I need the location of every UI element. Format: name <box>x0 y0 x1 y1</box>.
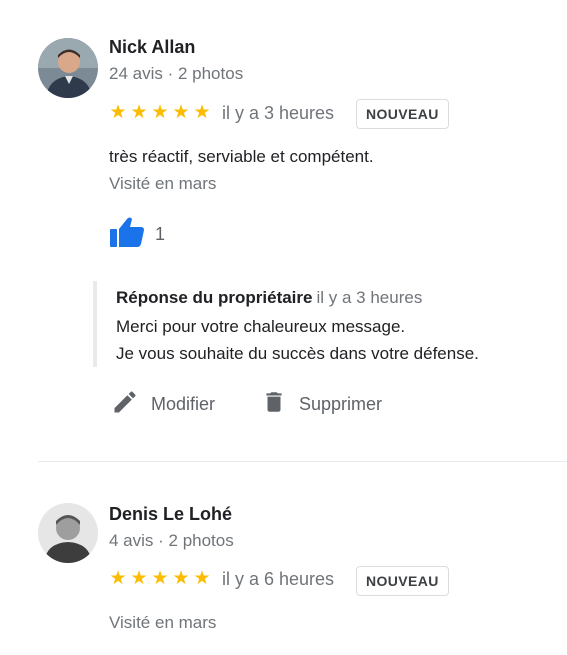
visited-date: Visité en mars <box>109 613 217 632</box>
like-count: 1 <box>155 224 166 244</box>
star-icon: ★ <box>109 102 127 123</box>
author-avatar[interactable] <box>38 503 98 563</box>
review-time: il y a 3 heures <box>222 103 335 123</box>
star-icon: ★ <box>151 568 169 589</box>
star-icon: ★ <box>130 568 148 589</box>
star-icon: ★ <box>109 568 127 589</box>
reply-text-line: Je vous souhaite du succès dans votre dé… <box>116 344 479 363</box>
like-button[interactable]: 1 <box>109 216 165 253</box>
delete-reply-button[interactable]: Supprimer <box>261 388 382 421</box>
star-icon: ★ <box>130 102 148 123</box>
rating-stars: ★ ★ ★ ★ ★ <box>108 103 212 123</box>
new-badge: NOUVEAU <box>356 99 449 129</box>
edit-label: Modifier <box>151 394 216 414</box>
star-icon: ★ <box>193 102 211 123</box>
review-text: très réactif, serviable et compétent. <box>109 147 374 166</box>
author-meta: 24 avis · 2 photos <box>109 64 244 83</box>
star-icon: ★ <box>172 102 190 123</box>
star-icon: ★ <box>193 568 211 589</box>
new-badge: NOUVEAU <box>356 566 449 596</box>
trash-icon <box>261 388 287 421</box>
reply-border <box>93 281 97 367</box>
star-icon: ★ <box>172 568 190 589</box>
author-name[interactable]: Nick Allan <box>109 37 195 58</box>
star-icon: ★ <box>151 102 169 123</box>
owner-reply-header: Réponse du propriétaire il y a 3 heures <box>116 288 422 308</box>
author-name[interactable]: Denis Le Lohé <box>109 504 232 525</box>
pencil-icon <box>111 388 139 421</box>
author-meta: 4 avis · 2 photos <box>109 531 234 550</box>
author-avatar[interactable] <box>38 38 98 98</box>
thumbs-up-icon <box>109 216 145 253</box>
reply-title: Réponse du propriétaire <box>116 288 313 307</box>
visited-date: Visité en mars <box>109 174 217 193</box>
rating-stars: ★ ★ ★ ★ ★ <box>108 569 212 589</box>
edit-reply-button[interactable]: Modifier <box>111 388 215 421</box>
reply-time: il y a 3 heures <box>316 288 423 307</box>
reply-text-line: Merci pour votre chaleureux message. <box>116 317 406 336</box>
delete-label: Supprimer <box>299 394 383 414</box>
review-divider <box>38 461 567 462</box>
review-time: il y a 6 heures <box>222 569 335 589</box>
